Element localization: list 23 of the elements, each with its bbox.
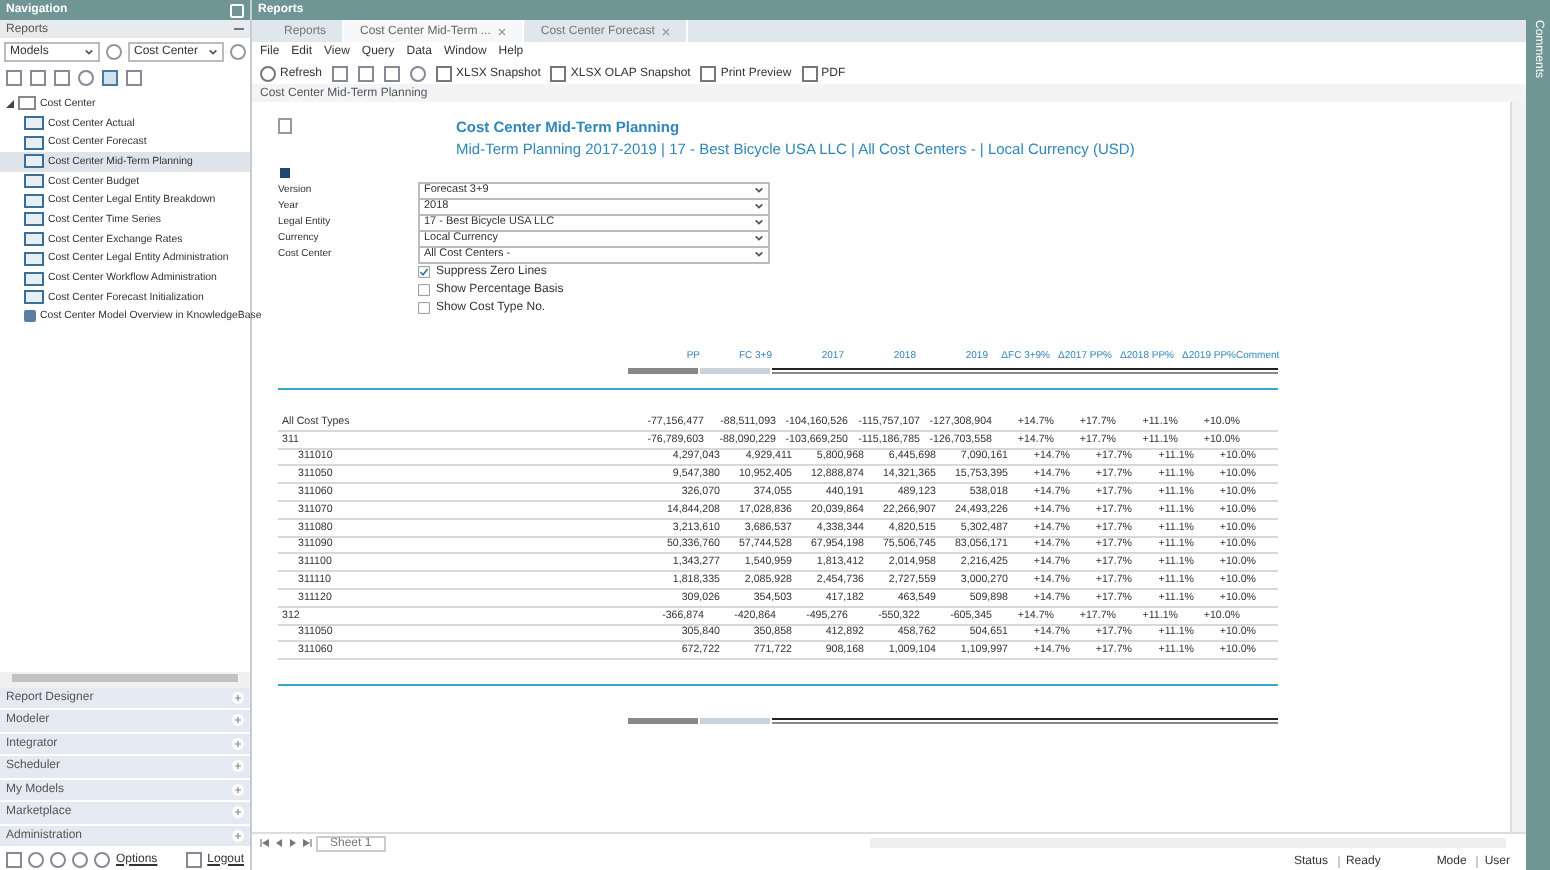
expand-icon[interactable]	[232, 737, 244, 750]
vertical-scrollbar[interactable]	[1510, 102, 1526, 832]
caret-icon[interactable]	[84, 48, 94, 56]
close-icon[interactable]	[498, 27, 507, 35]
checkbox[interactable]	[418, 265, 430, 277]
expand-icon[interactable]	[232, 714, 244, 727]
previous-sheet-icon[interactable]	[274, 838, 284, 848]
expand-icon[interactable]	[232, 691, 244, 704]
expand-icon[interactable]	[232, 760, 244, 773]
checkbox[interactable]	[418, 283, 430, 295]
broken-image-icon	[278, 118, 292, 134]
first-sheet-icon[interactable]	[260, 838, 270, 848]
last-sheet-icon[interactable]	[302, 838, 312, 848]
checkbox[interactable]	[418, 301, 430, 313]
horizontal-scrollbar[interactable]	[0, 671, 250, 687]
caret-icon[interactable]	[208, 48, 218, 56]
book-icon	[24, 310, 36, 323]
expand-icon[interactable]	[232, 806, 244, 819]
expand-icon[interactable]	[232, 829, 244, 842]
next-sheet-icon[interactable]	[288, 838, 298, 848]
expander-icon[interactable]	[6, 99, 14, 108]
expand-icon[interactable]	[232, 783, 244, 796]
close-icon[interactable]	[662, 27, 671, 35]
